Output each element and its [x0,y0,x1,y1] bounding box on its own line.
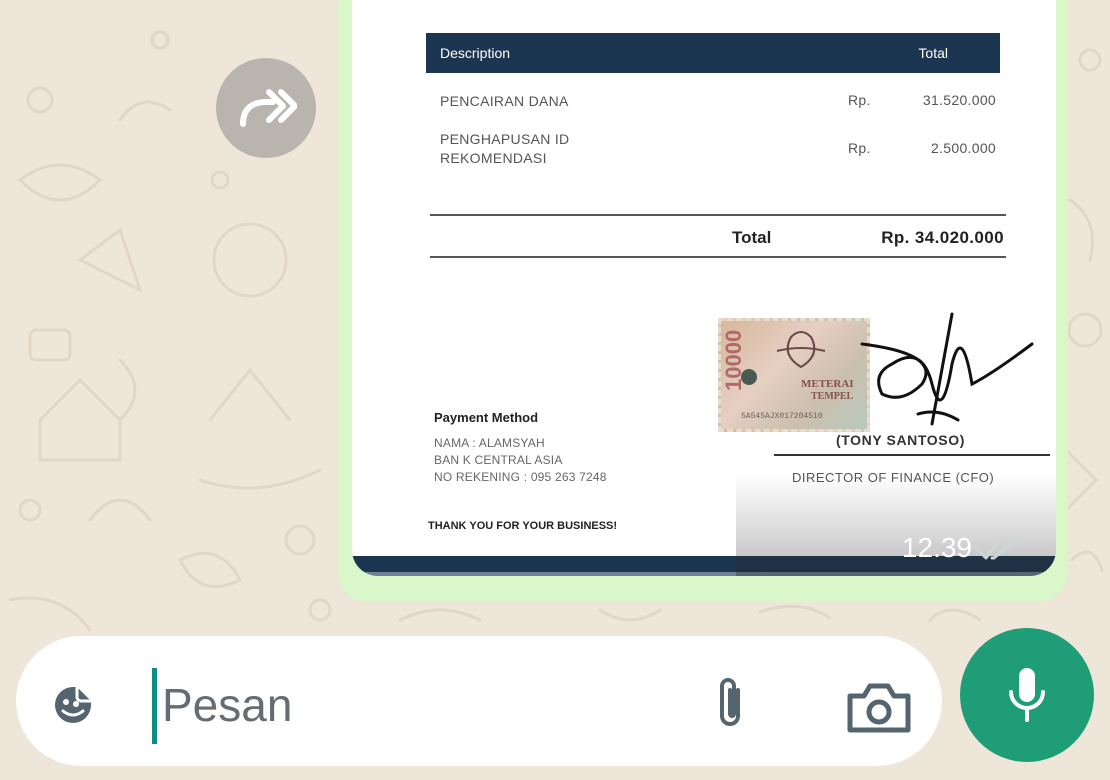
header-total: Total [918,45,948,61]
sticker-icon[interactable] [52,684,94,726]
camera-icon[interactable] [846,680,912,734]
svg-text:10000: 10000 [721,330,746,391]
read-receipt-icon [976,536,1020,560]
text-cursor [152,668,157,744]
stamp-serial: 5A545AJX017204510 [741,412,823,421]
item-currency: Rp. [848,140,871,156]
payment-line: BAN K CENTRAL ASIA [434,453,563,467]
item-description: PENGHAPUSAN ID REKOMENDASI [440,131,570,166]
signature-icon [860,312,1034,426]
item-currency: Rp. [848,92,871,108]
voice-message-button[interactable] [960,628,1094,762]
signature-line [774,454,1050,456]
invoice-table-header: Description Total [426,33,1000,73]
thank-you-note: THANK YOU FOR YOUR BUSINESS! [428,520,618,532]
forward-icon [240,89,297,127]
total-label: Total [732,228,772,247]
message-time: 12.39 [901,532,972,563]
header-description: Description [440,45,511,61]
invoice-image[interactable]: Description Total PENCAIRAN DANA Rp. 31.… [352,0,1056,576]
item-amount: 31.520.000 [922,92,996,108]
payment-line: NO REKENING : 095 263 7248 [434,470,607,484]
signer-name: (TONY SANTOSO) [836,432,965,448]
payment-line: NAMA : ALAMSYAH [434,436,545,450]
forward-button[interactable] [216,58,316,158]
paperclip-icon[interactable] [712,676,748,732]
item-description: PENCAIRAN DANA [440,93,569,109]
total-amount: Rp. 34.020.000 [881,228,1004,247]
total-rule-bottom [430,256,1006,258]
message-bubble[interactable]: Description Total PENCAIRAN DANA Rp. 31.… [338,0,1068,602]
mic-icon [1009,668,1045,722]
item-amount: 2.500.000 [931,140,996,156]
total-rule-top [430,214,1006,216]
payment-method-title: Payment Method [434,410,539,425]
message-input[interactable] [162,670,682,740]
